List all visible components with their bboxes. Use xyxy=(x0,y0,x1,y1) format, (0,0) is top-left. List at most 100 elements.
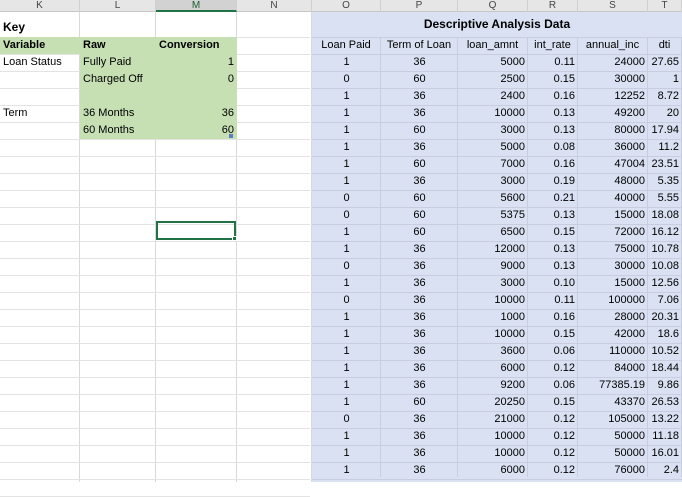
analysis-cell[interactable]: 0.21 xyxy=(528,190,578,207)
analysis-cell[interactable]: 23.51 xyxy=(648,156,682,173)
analysis-cell[interactable]: 2400 xyxy=(458,88,528,105)
analysis-cell[interactable]: 36 xyxy=(381,360,458,377)
analysis-cell[interactable]: 48000 xyxy=(578,173,648,190)
analysis-cell[interactable]: 30000 xyxy=(578,71,648,88)
analysis-cell[interactable]: 0.12 xyxy=(528,360,578,377)
analysis-cell[interactable]: 77385.19 xyxy=(578,377,648,394)
analysis-cell[interactable]: 1 xyxy=(312,377,381,394)
analysis-cell[interactable]: 0.12 xyxy=(528,411,578,428)
analysis-cell[interactable]: 12.56 xyxy=(648,275,682,292)
analysis-cell[interactable]: 3000 xyxy=(458,122,528,139)
analysis-cell[interactable]: 1 xyxy=(312,428,381,445)
analysis-cell[interactable]: 36 xyxy=(381,445,458,462)
analysis-cell[interactable]: 9200 xyxy=(458,377,528,394)
analysis-cell[interactable]: 9.86 xyxy=(648,377,682,394)
column-header-o[interactable]: O xyxy=(312,0,381,12)
analysis-cell[interactable]: 10.52 xyxy=(648,343,682,360)
analysis-cell[interactable]: 21000 xyxy=(458,411,528,428)
analysis-cell[interactable]: 1 xyxy=(312,241,381,258)
analysis-cell[interactable]: 36 xyxy=(381,275,458,292)
analysis-cell[interactable]: 36 xyxy=(381,377,458,394)
analysis-cell[interactable]: 0.06 xyxy=(528,377,578,394)
column-header-t[interactable]: T xyxy=(648,0,682,12)
analysis-cell[interactable]: 10.78 xyxy=(648,241,682,258)
analysis-cell[interactable]: 15000 xyxy=(578,207,648,224)
analysis-cell[interactable]: 12000 xyxy=(458,241,528,258)
analysis-cell[interactable]: 110000 xyxy=(578,343,648,360)
analysis-cell[interactable]: 60 xyxy=(381,190,458,207)
column-header-q[interactable]: Q xyxy=(458,0,528,12)
analysis-cell[interactable]: 27.65 xyxy=(648,54,682,71)
analysis-cell[interactable]: 1 xyxy=(312,105,381,122)
analysis-cell[interactable]: 15000 xyxy=(578,275,648,292)
analysis-cell[interactable]: 49200 xyxy=(578,105,648,122)
analysis-cell[interactable]: 1000 xyxy=(458,309,528,326)
analysis-header-cell[interactable]: annual_inc xyxy=(578,37,648,54)
analysis-cell[interactable]: 36 xyxy=(381,88,458,105)
analysis-header-cell[interactable]: dti xyxy=(648,37,682,54)
analysis-cell[interactable]: 0.10 xyxy=(528,275,578,292)
analysis-cell[interactable]: 18.6 xyxy=(648,326,682,343)
analysis-cell[interactable]: 76000 xyxy=(578,462,648,479)
analysis-cell[interactable]: 36 xyxy=(381,428,458,445)
analysis-cell[interactable]: 7.06 xyxy=(648,292,682,309)
analysis-cell[interactable]: 1 xyxy=(312,156,381,173)
analysis-cell[interactable]: 0.11 xyxy=(528,292,578,309)
key-cell-conversion[interactable]: 36 xyxy=(156,105,237,122)
analysis-cell[interactable]: 20250 xyxy=(458,394,528,411)
analysis-cell[interactable]: 0.16 xyxy=(528,309,578,326)
analysis-cell[interactable]: 36 xyxy=(381,309,458,326)
analysis-cell[interactable]: 36 xyxy=(381,241,458,258)
analysis-cell[interactable]: 0.06 xyxy=(528,343,578,360)
analysis-cell[interactable]: 1 xyxy=(312,275,381,292)
analysis-cell[interactable]: 10000 xyxy=(458,326,528,343)
key-cell-variable[interactable]: Loan Status xyxy=(0,54,80,71)
key-cell-raw[interactable] xyxy=(80,88,156,105)
analysis-cell[interactable]: 10000 xyxy=(458,428,528,445)
analysis-cell[interactable]: 0 xyxy=(312,292,381,309)
analysis-cell[interactable]: 18.08 xyxy=(648,207,682,224)
analysis-cell[interactable]: 1 xyxy=(312,360,381,377)
analysis-cell[interactable]: 0 xyxy=(312,71,381,88)
analysis-cell[interactable]: 0.15 xyxy=(528,326,578,343)
analysis-cell[interactable]: 0.13 xyxy=(528,258,578,275)
analysis-cell[interactable]: 0.08 xyxy=(528,139,578,156)
analysis-cell[interactable]: 0.12 xyxy=(528,445,578,462)
analysis-cell[interactable]: 6000 xyxy=(458,360,528,377)
analysis-cell[interactable]: 36 xyxy=(381,54,458,71)
column-header-m[interactable]: M xyxy=(156,0,237,12)
key-cell-variable[interactable] xyxy=(0,88,80,105)
analysis-cell[interactable]: 80000 xyxy=(578,122,648,139)
key-cell-variable[interactable]: Term xyxy=(0,105,80,122)
analysis-cell[interactable]: 0.13 xyxy=(528,207,578,224)
analysis-cell[interactable]: 60 xyxy=(381,122,458,139)
key-cell-variable[interactable] xyxy=(0,122,80,139)
analysis-cell[interactable]: 60 xyxy=(381,71,458,88)
analysis-cell[interactable]: 5.35 xyxy=(648,173,682,190)
analysis-cell[interactable]: 1 xyxy=(312,462,381,479)
analysis-cell[interactable]: 26.53 xyxy=(648,394,682,411)
analysis-cell[interactable]: 50000 xyxy=(578,428,648,445)
analysis-cell[interactable]: 36 xyxy=(381,462,458,479)
fill-handle[interactable] xyxy=(232,236,237,241)
column-header-l[interactable]: L xyxy=(80,0,156,12)
analysis-cell[interactable]: 0.15 xyxy=(528,394,578,411)
analysis-cell[interactable]: 9000 xyxy=(458,258,528,275)
analysis-cell[interactable]: 5375 xyxy=(458,207,528,224)
analysis-cell[interactable]: 1 xyxy=(312,343,381,360)
analysis-cell[interactable]: 3000 xyxy=(458,173,528,190)
analysis-cell[interactable]: 1 xyxy=(312,139,381,156)
analysis-cell[interactable]: 0.16 xyxy=(528,156,578,173)
analysis-cell[interactable]: 36 xyxy=(381,343,458,360)
analysis-cell[interactable]: 5600 xyxy=(458,190,528,207)
analysis-cell[interactable]: 100000 xyxy=(578,292,648,309)
analysis-cell[interactable]: 50000 xyxy=(578,445,648,462)
column-header-r[interactable]: R xyxy=(528,0,578,12)
analysis-cell[interactable]: 10000 xyxy=(458,292,528,309)
analysis-cell[interactable]: 1 xyxy=(312,224,381,241)
analysis-cell[interactable]: 0.15 xyxy=(528,224,578,241)
key-cell-variable[interactable] xyxy=(0,71,80,88)
analysis-cell[interactable]: 36 xyxy=(381,258,458,275)
analysis-cell[interactable]: 0.19 xyxy=(528,173,578,190)
analysis-cell[interactable]: 60 xyxy=(381,224,458,241)
